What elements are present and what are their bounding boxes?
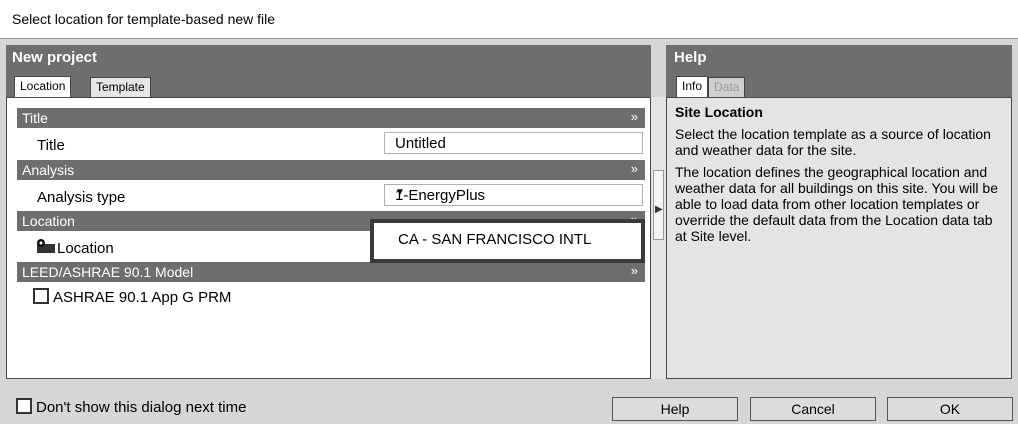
dont-show-label: Don't show this dialog next time: [36, 399, 247, 416]
dont-show-checkbox-row[interactable]: Don't show this dialog next time: [16, 398, 246, 416]
dialog-titlebar: Select location for template-based new f…: [0, 0, 1018, 39]
section-title[interactable]: Title »: [17, 108, 645, 128]
section-analysis[interactable]: Analysis »: [17, 160, 645, 180]
help-button[interactable]: Help: [612, 397, 738, 421]
help-topic-title: Site Location: [675, 104, 763, 120]
dont-show-checkbox[interactable]: [16, 398, 32, 414]
triangle-down-icon[interactable]: ▼: [395, 187, 638, 198]
tab-template[interactable]: Template: [90, 77, 151, 97]
left-tab-bar: Location Template: [6, 71, 651, 97]
cancel-button[interactable]: Cancel: [750, 397, 876, 421]
double-chevron-up-icon[interactable]: »: [631, 161, 638, 176]
dialog-title: Select location for template-based new f…: [12, 11, 276, 27]
dialog-footer: Don't show this dialog next time Help Ca…: [0, 386, 1018, 424]
section-leed[interactable]: LEED/ASHRAE 90.1 Model »: [17, 262, 645, 282]
analysis-type-select[interactable]: 1-EnergyPlus ▼: [384, 184, 643, 206]
title-input[interactable]: Untitled: [384, 132, 643, 154]
analysis-type-row: Analysis type 1-EnergyPlus ▼: [17, 184, 645, 208]
ashrae-checkbox[interactable]: [33, 288, 49, 304]
location-pin-icon: [37, 239, 55, 253]
ashrae-checkbox-label: ASHRAE 90.1 App G PRM: [53, 289, 232, 306]
tab-info[interactable]: Info: [676, 76, 709, 97]
help-tab-bar: Info Data: [666, 71, 1012, 97]
section-location-label: Location: [22, 213, 75, 229]
location-value: CA - SAN FRANCISCO INTL: [398, 231, 592, 248]
title-row: Title Untitled: [17, 132, 645, 156]
section-analysis-label: Analysis: [22, 162, 75, 178]
double-chevron-up-icon[interactable]: »: [631, 109, 638, 124]
new-project-title: New project: [12, 49, 98, 66]
ok-button[interactable]: OK: [887, 397, 1013, 421]
help-title-header: Help: [674, 49, 707, 66]
ashrae-checkbox-row[interactable]: ASHRAE 90.1 App G PRM: [33, 288, 231, 306]
tab-location[interactable]: Location: [14, 76, 72, 97]
tab-data[interactable]: Data: [708, 77, 746, 97]
new-project-header: New project: [6, 45, 651, 71]
triangle-right-icon[interactable]: ▶: [655, 204, 663, 215]
help-paragraph-2: The location defines the geographical lo…: [675, 164, 998, 244]
location-label: Location: [57, 240, 114, 257]
section-title-label: Title: [22, 110, 48, 126]
analysis-type-label: Analysis type: [37, 189, 126, 206]
help-paragraph-1: Select the location template as a source…: [675, 126, 991, 158]
double-chevron-up-icon[interactable]: »: [631, 263, 638, 278]
section-leed-label: LEED/ASHRAE 90.1 Model: [22, 264, 194, 280]
properties-panel: Title » Title Untitled Analysis » Analys…: [6, 97, 651, 379]
help-panel: Site Location Select the location templa…: [666, 97, 1012, 379]
title-row-label: Title: [37, 137, 65, 154]
title-input-value: Untitled: [395, 135, 446, 152]
help-header: Help: [666, 45, 1012, 71]
location-value-field[interactable]: CA - SAN FRANCISCO INTL: [370, 219, 645, 263]
